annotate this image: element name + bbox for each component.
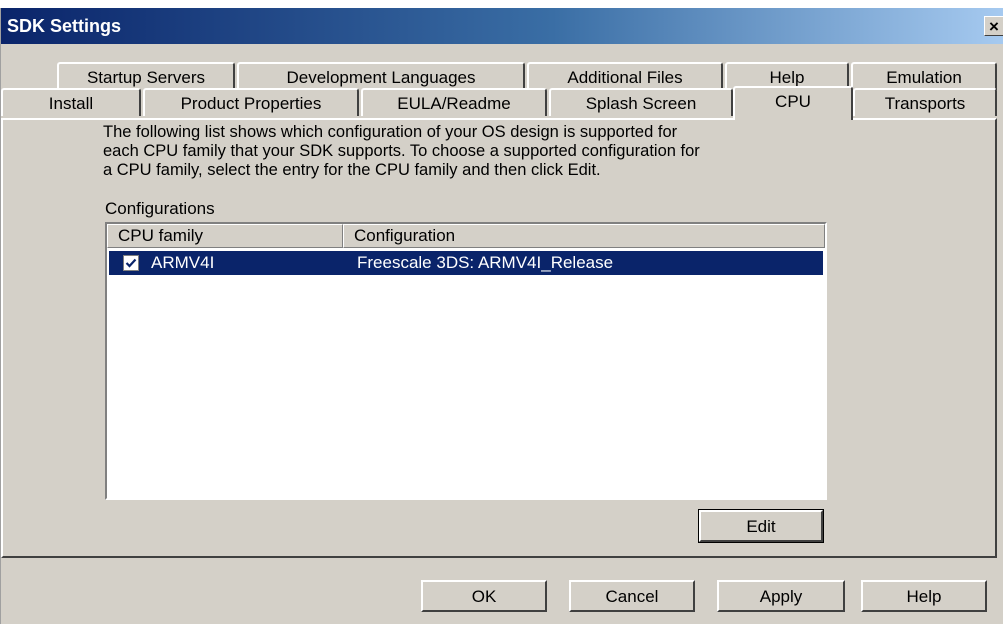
cpu-description: The following list shows which configura… bbox=[103, 123, 843, 180]
tab-transports[interactable]: Transports bbox=[853, 88, 997, 116]
configurations-list[interactable]: CPU family Configuration ARMV4I Freescal… bbox=[105, 222, 827, 500]
apply-button[interactable]: Apply bbox=[717, 580, 845, 612]
cell-configuration: Freescale 3DS: ARMV4I_Release bbox=[357, 253, 614, 272]
edit-button[interactable]: Edit bbox=[698, 509, 824, 543]
tab-emulation[interactable]: Emulation bbox=[851, 62, 997, 90]
tab-development-languages[interactable]: Development Languages bbox=[237, 62, 525, 90]
list-row[interactable]: ARMV4I Freescale 3DS: ARMV4I_Release bbox=[109, 251, 823, 275]
row-checkbox[interactable] bbox=[123, 255, 139, 271]
configurations-label: Configurations bbox=[105, 199, 215, 218]
cancel-button[interactable]: Cancel bbox=[569, 580, 695, 612]
tab-additional-files[interactable]: Additional Files bbox=[527, 62, 723, 90]
column-header-configuration[interactable]: Configuration bbox=[343, 224, 825, 248]
ok-button[interactable]: OK bbox=[421, 580, 547, 612]
close-icon: × bbox=[989, 17, 999, 36]
description-line: The following list shows which configura… bbox=[103, 123, 678, 141]
column-header-cpu-family[interactable]: CPU family bbox=[107, 224, 343, 248]
description-line: each CPU family that your SDK supports. … bbox=[103, 142, 700, 160]
description-line: a CPU family, select the entry for the C… bbox=[103, 161, 601, 179]
tab-splash-screen[interactable]: Splash Screen bbox=[549, 88, 733, 116]
checkmark-icon bbox=[125, 258, 137, 268]
window-title: SDK Settings bbox=[7, 16, 122, 36]
tab-cpu[interactable]: CPU bbox=[733, 86, 853, 120]
cell-cpu-family: ARMV4I bbox=[151, 253, 215, 272]
help-button[interactable]: Help bbox=[861, 580, 987, 612]
tab-product-properties[interactable]: Product Properties bbox=[143, 88, 359, 116]
close-button[interactable]: × bbox=[984, 16, 1003, 36]
tab-startup-servers[interactable]: Startup Servers bbox=[57, 62, 235, 90]
title-bar[interactable]: SDK Settings × bbox=[1, 8, 1003, 44]
tab-install[interactable]: Install bbox=[1, 88, 141, 116]
tab-eula-readme[interactable]: EULA/Readme bbox=[361, 88, 547, 116]
sdk-settings-dialog: SDK Settings × Startup Servers Developme… bbox=[0, 8, 1003, 624]
